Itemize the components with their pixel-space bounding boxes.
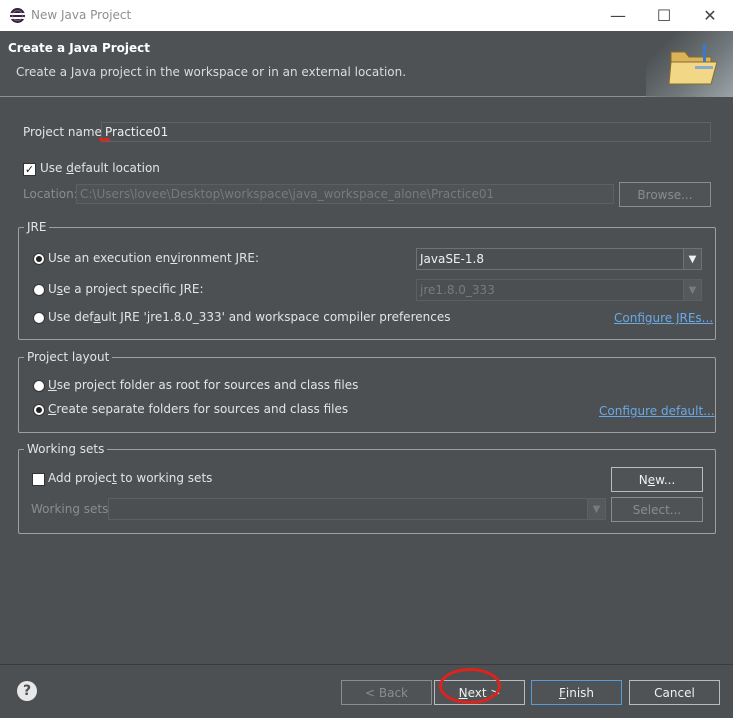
close-button[interactable]: ✕ — [687, 0, 733, 31]
location-label: Location: — [23, 187, 78, 201]
jre-default-radio[interactable] — [33, 312, 45, 324]
project-name-value: Practice01 — [105, 125, 169, 139]
browse-button[interactable]: Browse... — [619, 182, 711, 207]
project-layout-group-title: Project layout — [24, 350, 113, 364]
maximize-icon: ☐ — [656, 6, 672, 25]
project-layout-group — [18, 357, 716, 433]
jre-execution-environment-label: Use an execution environment JRE: — [48, 251, 260, 265]
close-icon: ✕ — [703, 6, 717, 25]
chevron-down-icon: ▼ — [683, 249, 701, 269]
help-icon[interactable]: ? — [17, 681, 37, 701]
annotation-circle — [439, 668, 501, 704]
project-name-input[interactable]: Practice01 — [101, 122, 711, 142]
title-bar: New Java Project — ☐ ✕ — [0, 0, 733, 31]
location-value: C:\Users\lovee\Desktop\workspace\java_wo… — [80, 187, 495, 201]
configure-jres-link[interactable]: Configure JREs... — [614, 311, 713, 325]
new-working-set-button[interactable]: Ne w... — [611, 467, 703, 492]
use-default-location-checkbox[interactable]: ✓ — [23, 163, 36, 176]
annotation-underline — [99, 138, 110, 141]
add-to-working-sets-label: Add project to working sets — [48, 471, 213, 485]
chevron-down-icon: ▼ — [587, 499, 605, 519]
working-sets-select[interactable]: ▼ — [108, 498, 606, 520]
working-sets-group-title: Working sets — [24, 442, 108, 456]
folder-new-icon — [668, 44, 718, 85]
jre-execution-environment-radio[interactable] — [33, 253, 45, 265]
jre-project-specific-label: Use a project specific JRE: — [48, 282, 204, 296]
execution-environment-value: JavaSE-1.8 — [420, 252, 484, 266]
footer-divider — [0, 664, 733, 665]
wizard-description: Create a Java project in the workspace o… — [16, 65, 407, 79]
layout-separate-folders-radio[interactable] — [33, 404, 45, 416]
jre-group-title: JRE — [24, 220, 50, 234]
minimize-button[interactable]: — — [595, 0, 641, 31]
jre-default-label: Use default JRE 'jre1.8.0_333' and works… — [48, 310, 451, 324]
project-name-label: Project name: — [23, 125, 106, 139]
layout-project-root-label: Use project folder as root for sources a… — [48, 378, 359, 392]
add-to-working-sets-checkbox[interactable] — [32, 473, 45, 486]
maximize-button[interactable]: ☐ — [641, 0, 687, 31]
finish-button[interactable]: Finish — [531, 680, 622, 705]
layout-project-root-radio[interactable] — [33, 380, 45, 392]
execution-environment-select[interactable]: JavaSE-1.8 ▼ — [416, 248, 702, 270]
select-working-sets-button[interactable]: Select... — [611, 497, 703, 522]
minimize-icon: — — [610, 6, 626, 25]
layout-separate-folders-label: Create separate folders for sources and … — [48, 402, 349, 416]
eclipse-icon — [10, 8, 25, 23]
configure-default-link[interactable]: Configure default... — [599, 404, 715, 418]
project-specific-jre-value: jre1.8.0_333 — [420, 283, 495, 297]
jre-project-specific-radio[interactable] — [33, 284, 45, 296]
use-default-location-label: Use default location — [40, 161, 160, 175]
project-specific-jre-select[interactable]: jre1.8.0_333 ▼ — [416, 279, 702, 301]
wizard-title: Create a Java Project — [8, 41, 151, 55]
back-button[interactable]: < Back — [341, 680, 432, 705]
window-title: New Java Project — [31, 8, 132, 22]
location-input[interactable]: C:\Users\lovee\Desktop\workspace\java_wo… — [76, 184, 614, 204]
cancel-button[interactable]: Cancel — [629, 680, 720, 705]
working-sets-label: Working sets: — [31, 502, 113, 516]
chevron-down-icon: ▼ — [683, 280, 701, 300]
